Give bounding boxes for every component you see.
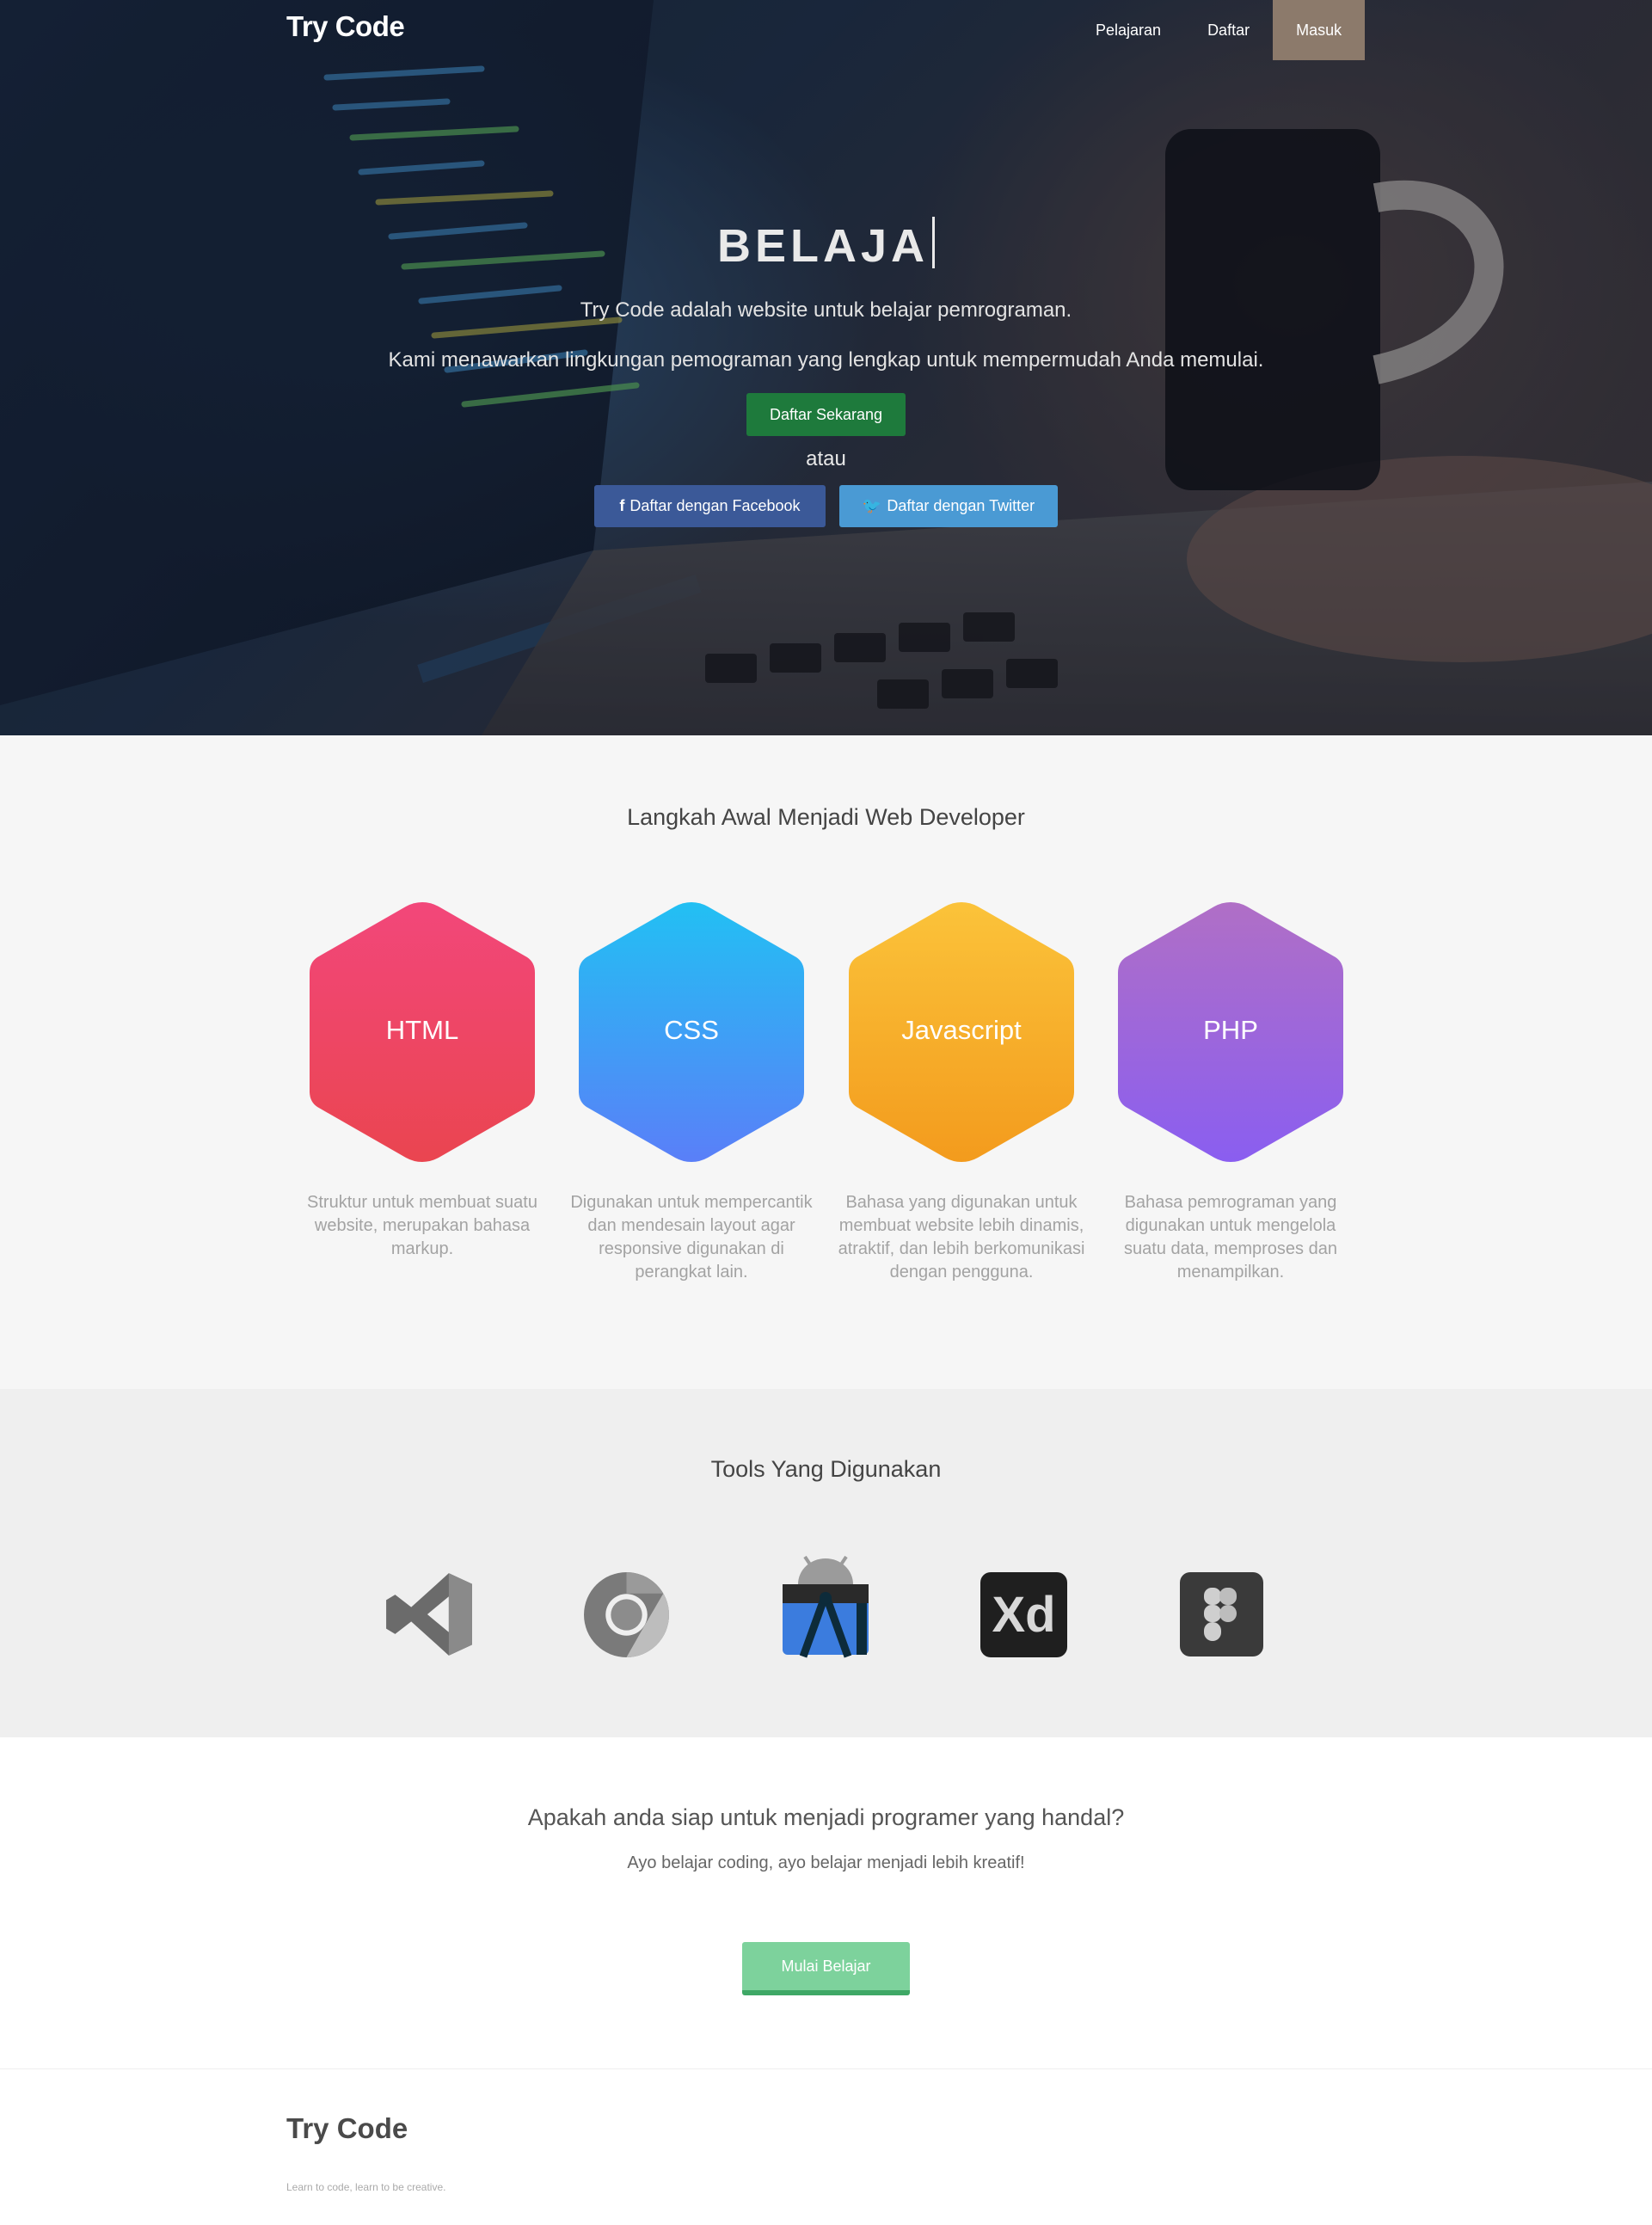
hex-card-html[interactable]: HTML <box>306 899 538 1165</box>
step-description-javascript: Bahasa yang digunakan untuk membuat webs… <box>838 1193 1085 1282</box>
start-learning-button[interactable]: Mulai Belajar <box>742 1942 910 1995</box>
steps-section: Langkah Awal Menjadi Web Developer HTML … <box>0 735 1652 1389</box>
hex-label-html: HTML <box>385 1015 459 1045</box>
step-description-css: Digunakan untuk mempercantik dan mendesa… <box>570 1193 813 1282</box>
chrome-icon <box>584 1572 669 1657</box>
hex-card-javascript[interactable]: Javascript <box>845 899 1078 1165</box>
footer: Try Code Learn to code, learn to be crea… <box>0 2068 1652 2225</box>
nav-item-daftar[interactable]: Daftar <box>1184 0 1273 60</box>
adobe-xd-label: Xd <box>992 1587 1056 1643</box>
typing-caret <box>932 217 936 268</box>
figma-icon <box>1180 1572 1263 1656</box>
cta-subtitle: Ayo belajar coding, ayo belajar menjadi … <box>627 1853 1025 1872</box>
footer-logo[interactable]: Try Code <box>286 2112 408 2145</box>
vscode-icon <box>386 1573 472 1656</box>
figma-glyph <box>1204 1588 1237 1641</box>
step-description-html: Struktur untuk membuat suatu website, me… <box>307 1193 537 1258</box>
facebook-icon: f <box>619 497 625 514</box>
twitter-icon: 🐦 <box>862 497 882 514</box>
hero-subtitle-1: Try Code adalah website untuk belajar pe… <box>580 298 1072 322</box>
register-facebook-button[interactable]: f Daftar dengan Facebook <box>594 485 826 527</box>
hex-card-php[interactable]: PHP <box>1115 899 1347 1165</box>
register-twitter-button[interactable]: 🐦 Daftar dengan Twitter <box>839 485 1058 527</box>
register-facebook-label: Daftar dengan Facebook <box>629 497 801 514</box>
cta-section: Apakah anda siap untuk menjadi programer… <box>0 1737 1652 2068</box>
hex-label-javascript: Javascript <box>901 1015 1022 1045</box>
hero-subtitle-2: Kami menawarkan lingkungan pemograman ya… <box>388 348 1264 372</box>
hex-label-php: PHP <box>1203 1015 1258 1045</box>
tools-title: Tools Yang Digunakan <box>710 1456 942 1482</box>
step-description-php: Bahasa pemrograman yang digunakan untuk … <box>1124 1193 1337 1282</box>
hero-title-text: BELAJA <box>716 220 930 272</box>
main-nav: Pelajaran Daftar Masuk <box>1072 0 1366 60</box>
cta-title: Apakah anda siap untuk menjadi programer… <box>527 1804 1125 1830</box>
hex-label-css: CSS <box>664 1015 719 1045</box>
nav-item-pelajaran[interactable]: Pelajaran <box>1072 0 1184 60</box>
register-button[interactable]: Daftar Sekarang <box>746 393 906 436</box>
android-studio-icon <box>783 1555 869 1658</box>
hero-section: Try Code Pelajaran Daftar Masuk BELAJA T… <box>0 0 1652 735</box>
steps-title: Langkah Awal Menjadi Web Developer <box>627 804 1025 830</box>
hex-card-css[interactable]: CSS <box>575 899 808 1165</box>
nav-item-masuk[interactable]: Masuk <box>1273 0 1366 60</box>
tools-section: Tools Yang Digunakan Xd <box>0 1389 1652 1737</box>
hero-title: BELAJA <box>0 217 1652 273</box>
or-text: atau <box>806 447 846 470</box>
site-logo[interactable]: Try Code <box>286 10 405 43</box>
adobe-xd-icon: Xd <box>980 1572 1067 1657</box>
footer-tagline: Learn to code, learn to be creative. <box>286 2181 446 2193</box>
register-twitter-label: Daftar dengan Twitter <box>887 497 1035 514</box>
